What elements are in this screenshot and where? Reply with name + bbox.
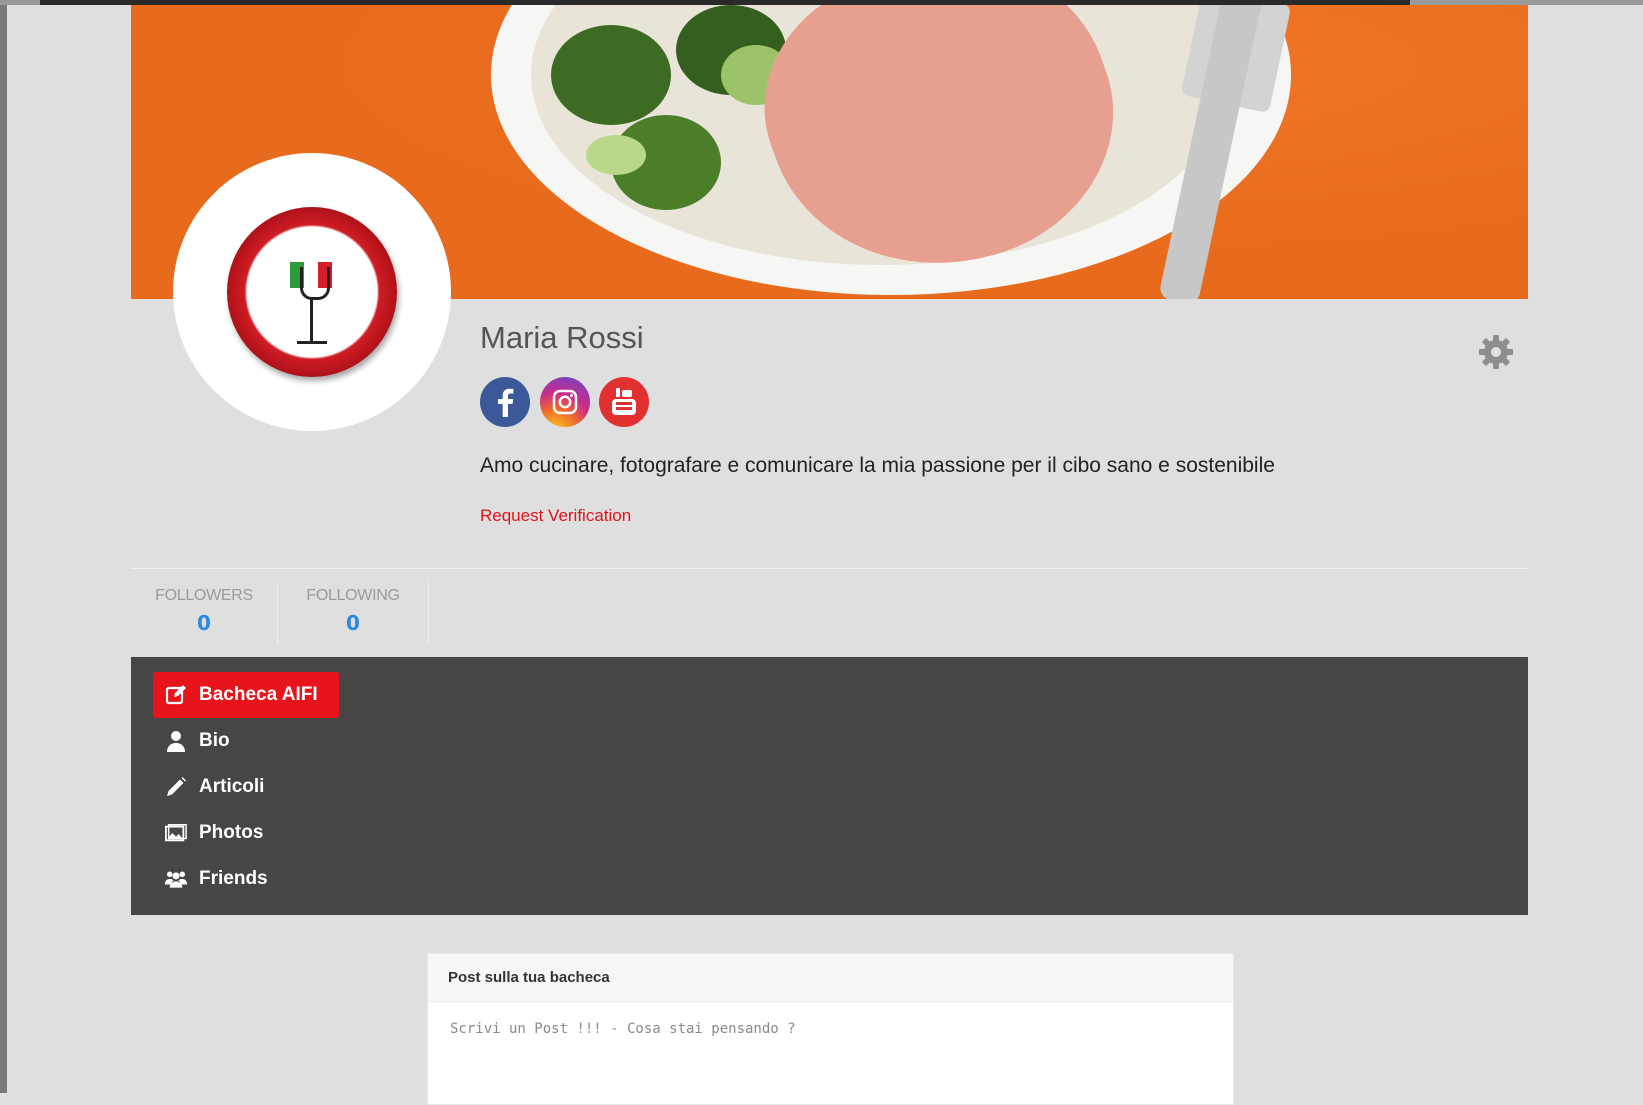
window-left-edge (0, 0, 7, 1093)
profile-logo (227, 207, 397, 377)
instagram-link[interactable] (540, 377, 590, 427)
nav-item-label: Bacheca AIFI (199, 684, 318, 705)
profile-bio: Amo cucinare, fotografare e comunicare l… (480, 454, 1275, 477)
pencil-icon (165, 776, 187, 798)
post-box-header: Post sulla tua bacheca (428, 954, 1233, 1002)
photos-icon (165, 822, 187, 844)
nav-item-label: Photos (199, 822, 264, 843)
nav-item-friends[interactable]: Friends (153, 856, 280, 902)
following-label: FOLLOWING (306, 587, 400, 604)
followers-count: 0 (197, 611, 211, 635)
profile-name: Maria Rossi (480, 320, 644, 355)
following-stat[interactable]: FOLLOWING 0 (278, 582, 429, 644)
friends-icon (165, 868, 187, 890)
youtube-link[interactable] (599, 377, 649, 427)
facebook-link[interactable] (480, 377, 530, 427)
facebook-icon (494, 387, 516, 417)
instagram-icon (551, 388, 579, 416)
youtube-icon (611, 387, 637, 417)
nav-item-photos[interactable]: Photos (153, 810, 275, 856)
profile-nav: Bacheca AIFI Bio Articoli Photos Friends (131, 657, 1528, 915)
followers-stat[interactable]: FOLLOWERS 0 (131, 582, 278, 644)
nav-item-articoli[interactable]: Articoli (153, 764, 276, 810)
edit-icon (165, 684, 187, 706)
wall-post-box: Post sulla tua bacheca (427, 953, 1234, 1105)
request-verification-link[interactable]: Request Verification (480, 506, 631, 526)
nav-item-label: Articoli (199, 776, 265, 797)
nav-item-bacheca[interactable]: Bacheca AIFI (153, 672, 339, 718)
profile-avatar[interactable] (173, 153, 451, 431)
nav-item-label: Bio (199, 730, 230, 751)
nav-item-bio[interactable]: Bio (153, 718, 242, 764)
post-input[interactable] (448, 1020, 1212, 1038)
settings-gear-icon[interactable] (1476, 332, 1516, 372)
user-icon (165, 730, 187, 752)
stats-divider (131, 568, 1528, 569)
following-count: 0 (346, 611, 360, 635)
followers-label: FOLLOWERS (155, 587, 253, 604)
nav-item-label: Friends (199, 868, 268, 889)
